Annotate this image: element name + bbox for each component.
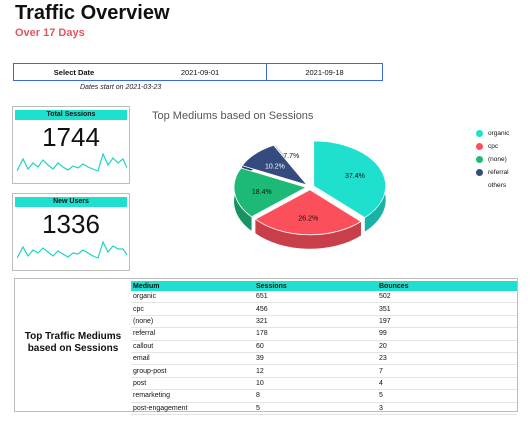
page-subtitle: Over 17 Days bbox=[15, 27, 85, 39]
page-title: Traffic Overview bbox=[15, 2, 170, 24]
legend-item: referral bbox=[476, 166, 509, 179]
pie-chart: 37.4% 26.2% 18.4% 10.2% 7.7% bbox=[233, 138, 387, 249]
pie-chart-title: Top Mediums based on Sessions bbox=[152, 110, 314, 122]
table-cell: callout bbox=[131, 340, 254, 353]
date-range-control: Select Date 2021-09-01 2021-09-18 bbox=[13, 63, 383, 81]
kpi-value: 1336 bbox=[42, 209, 100, 239]
table-cell: 60 bbox=[254, 340, 377, 353]
table-cell: 321 bbox=[254, 315, 377, 329]
total-sessions-card: Total Sessions 1744 bbox=[12, 106, 130, 184]
legend-swatch bbox=[476, 169, 483, 176]
table-cell: 99 bbox=[377, 327, 517, 341]
table-cell: 456 bbox=[254, 302, 377, 316]
column-header[interactable]: Medium bbox=[131, 281, 254, 291]
legend-label: others bbox=[488, 182, 507, 189]
table-cell: organic bbox=[131, 291, 254, 304]
column-header[interactable]: Sessions bbox=[254, 281, 377, 291]
table-row: (none) 321 197 bbox=[131, 315, 517, 329]
table-row: post-engagement 5 3 bbox=[131, 402, 517, 415]
legend-label: referral bbox=[488, 169, 509, 176]
table-row: organic 651 502 bbox=[131, 291, 517, 304]
table-cell: 20 bbox=[377, 340, 517, 353]
table-header-row: Medium Sessions Bounces bbox=[131, 281, 517, 291]
table-cell: 10 bbox=[254, 377, 377, 391]
kpi-label: New Users bbox=[15, 197, 127, 207]
kpi-label: Total Sessions bbox=[15, 110, 127, 120]
legend-swatch bbox=[476, 143, 483, 150]
start-date-field[interactable]: 2021-09-01 bbox=[134, 64, 266, 80]
table-row: cpc 456 351 bbox=[131, 302, 517, 316]
table-cell: 23 bbox=[377, 352, 517, 366]
table-cell: referral bbox=[131, 327, 254, 341]
table-cell: 351 bbox=[377, 302, 517, 316]
legend-swatch bbox=[476, 130, 483, 137]
table-cell: 502 bbox=[377, 291, 517, 304]
table-cell: 12 bbox=[254, 364, 377, 378]
table-cell: 178 bbox=[254, 327, 377, 341]
table-cell: 39 bbox=[254, 352, 377, 366]
table-cell: 5 bbox=[377, 389, 517, 403]
table-cell: 197 bbox=[377, 315, 517, 329]
new-users-sparkline bbox=[17, 240, 127, 259]
table-row: callout 60 20 bbox=[131, 340, 517, 353]
date-range-label: Select Date bbox=[53, 67, 95, 77]
pie-data-label: 10.2% bbox=[265, 164, 285, 171]
table-row: group-post 12 7 bbox=[131, 364, 517, 378]
table-row: post 10 4 bbox=[131, 377, 517, 391]
table-cell: email bbox=[131, 352, 254, 366]
table-cell: post bbox=[131, 377, 254, 391]
mediums-table: Medium Sessions Bounces organic 651 502 cp… bbox=[131, 281, 517, 415]
new-users-card: New Users 1336 bbox=[12, 193, 130, 271]
date-start-note: Dates start on 2021-03-23 bbox=[80, 84, 162, 91]
legend-swatch bbox=[476, 182, 483, 189]
table-caption: Top Traffic Mediums based on Sessions bbox=[24, 331, 122, 354]
table-cell: 651 bbox=[254, 291, 377, 304]
table-cell: 8 bbox=[254, 389, 377, 403]
table-cell: 3 bbox=[377, 402, 517, 415]
table-row: remarketing 8 5 bbox=[131, 389, 517, 403]
pie-legend: organic cpc (none) referral others bbox=[476, 127, 509, 192]
legend-label: organic bbox=[488, 130, 510, 137]
sessions-sparkline bbox=[17, 152, 127, 172]
table-cell: post-engagement bbox=[131, 402, 254, 415]
pie-data-label: 26.2% bbox=[298, 216, 318, 223]
table-cell: 4 bbox=[377, 377, 517, 391]
table-cell: group-post bbox=[131, 364, 254, 378]
pie-data-label: 7.7% bbox=[283, 153, 299, 160]
table-row: email 39 23 bbox=[131, 352, 517, 366]
table-cell: remarketing bbox=[131, 389, 254, 403]
legend-label: cpc bbox=[488, 143, 499, 150]
legend-swatch bbox=[476, 156, 483, 163]
table-cell: (none) bbox=[131, 315, 254, 329]
end-date-field[interactable]: 2021-09-18 bbox=[266, 64, 382, 80]
column-header[interactable]: Bounces bbox=[377, 281, 517, 291]
kpi-value: 1744 bbox=[42, 122, 100, 152]
table-cell: cpc bbox=[131, 302, 254, 316]
table-cell: 5 bbox=[254, 402, 377, 415]
table-row: referral 178 99 bbox=[131, 327, 517, 341]
table-cell: 7 bbox=[377, 364, 517, 378]
legend-item: cpc bbox=[476, 140, 509, 153]
legend-item: (none) bbox=[476, 153, 509, 166]
legend-label: (none) bbox=[488, 156, 507, 163]
legend-item: organic bbox=[476, 127, 509, 140]
pie-data-label: 18.4% bbox=[252, 189, 272, 196]
pie-data-label: 37.4% bbox=[345, 173, 365, 180]
legend-item: others bbox=[476, 179, 509, 192]
